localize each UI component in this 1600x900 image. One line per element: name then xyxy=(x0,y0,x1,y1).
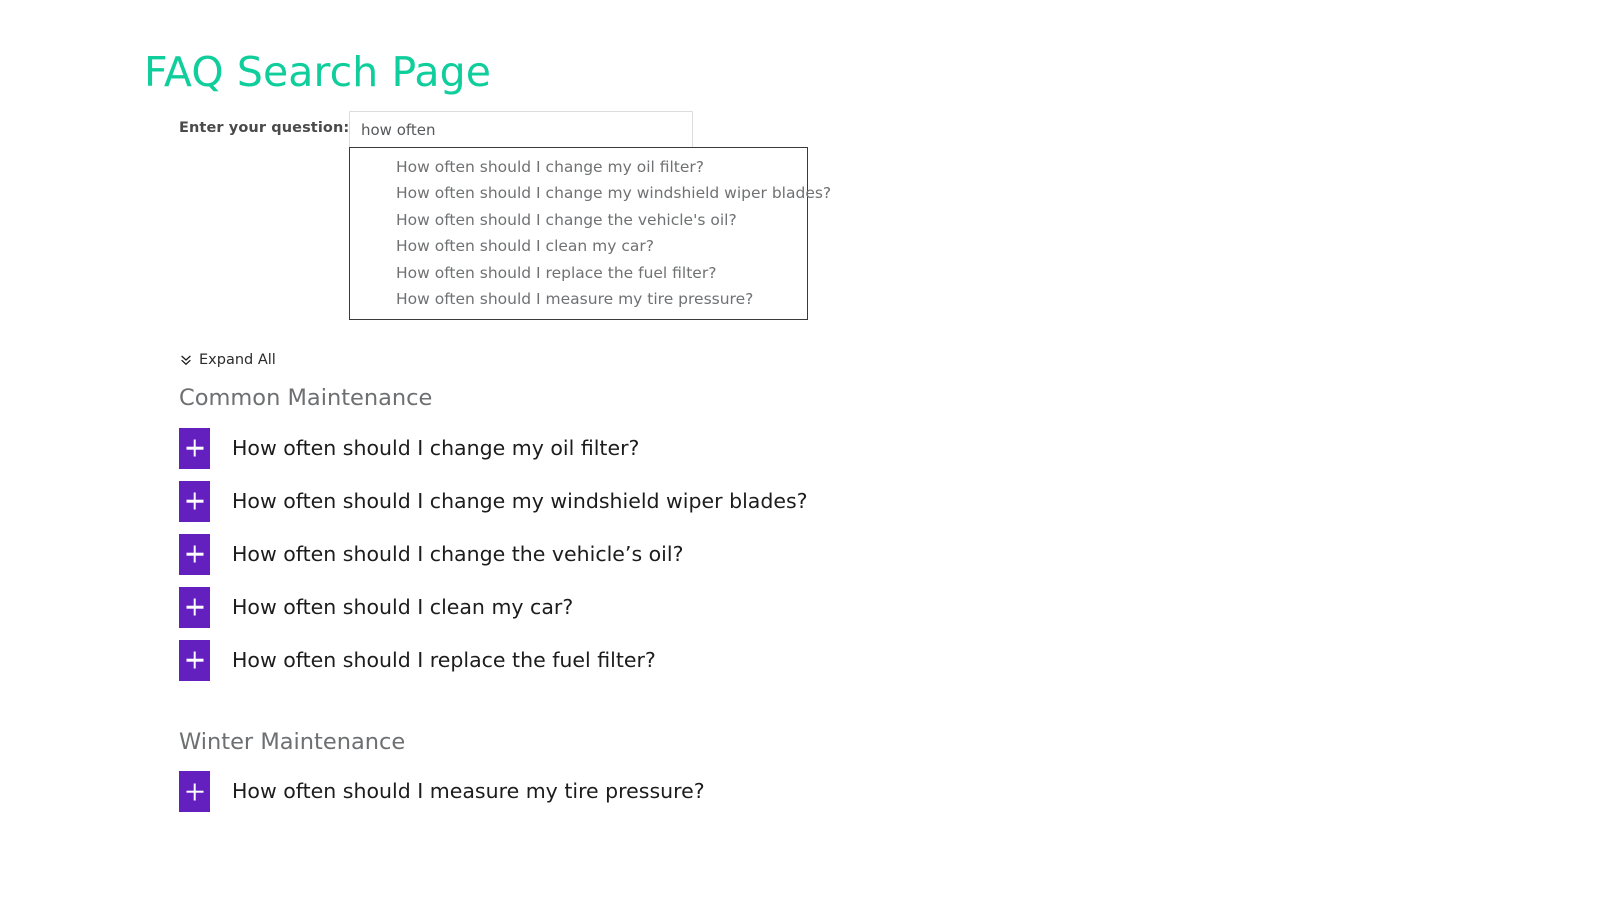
double-chevron-down-icon xyxy=(181,355,191,366)
autocomplete-option[interactable]: How often should I change my oil filter? xyxy=(350,154,807,180)
faq-expand-toggle[interactable] xyxy=(179,771,210,812)
search-input[interactable] xyxy=(349,111,693,148)
faq-expand-toggle[interactable] xyxy=(179,586,210,628)
faq-group-title: Common Maintenance xyxy=(179,385,433,411)
faq-question[interactable]: How often should I clean my car? xyxy=(232,595,573,620)
expand-all-button[interactable]: Expand All xyxy=(179,353,276,368)
autocomplete-option[interactable]: How often should I change my windshield … xyxy=(350,180,831,206)
search-label: Enter your question: xyxy=(179,120,350,136)
faq-group-common-maintenance: Common Maintenance How often should I ch… xyxy=(179,387,1079,681)
faq-row: How often should I change my oil filter? xyxy=(179,427,1079,469)
faq-question[interactable]: How often should I change my oil filter? xyxy=(232,436,639,461)
faq-question[interactable]: How often should I change the vehicle’s … xyxy=(232,542,683,567)
autocomplete-option[interactable]: How often should I clean my car? xyxy=(350,233,807,259)
autocomplete-option[interactable]: How often should I change the vehicle's … xyxy=(350,207,807,233)
faq-row: How often should I replace the fuel filt… xyxy=(179,639,1079,681)
faq-groups: Common Maintenance How often should I ch… xyxy=(179,387,1079,842)
faq-question[interactable]: How often should I change my windshield … xyxy=(232,489,808,514)
expand-all-label: Expand All xyxy=(199,352,276,368)
faq-row: How often should I change the vehicle’s … xyxy=(179,533,1079,575)
faq-row: How often should I clean my car? xyxy=(179,586,1079,628)
faq-expand-toggle[interactable] xyxy=(179,480,210,522)
faq-row: How often should I change my windshield … xyxy=(179,480,1079,522)
faq-expand-toggle[interactable] xyxy=(179,639,210,681)
autocomplete-dropdown: How often should I change my oil filter?… xyxy=(349,147,831,321)
faq-question[interactable]: How often should I measure my tire press… xyxy=(232,779,705,804)
autocomplete-option[interactable]: How often should I measure my tire press… xyxy=(350,286,807,312)
faq-row: How often should I measure my tire press… xyxy=(179,771,1079,812)
faq-list: How often should I change my oil filter?… xyxy=(179,427,1079,681)
faq-expand-toggle[interactable] xyxy=(179,533,210,575)
faq-question[interactable]: How often should I replace the fuel filt… xyxy=(232,648,656,673)
faq-search-page: FAQ Search Page Enter your question: How… xyxy=(0,0,1600,900)
faq-list: How often should I measure my tire press… xyxy=(179,771,1079,812)
faq-expand-toggle[interactable] xyxy=(179,427,210,469)
faq-group-winter-maintenance: Winter Maintenance How often should I me… xyxy=(179,728,1079,812)
autocomplete-option[interactable]: How often should I replace the fuel filt… xyxy=(350,260,807,286)
page-title: FAQ Search Page xyxy=(144,48,492,97)
search-row: Enter your question: xyxy=(179,111,879,149)
faq-group-title: Winter Maintenance xyxy=(179,728,406,755)
